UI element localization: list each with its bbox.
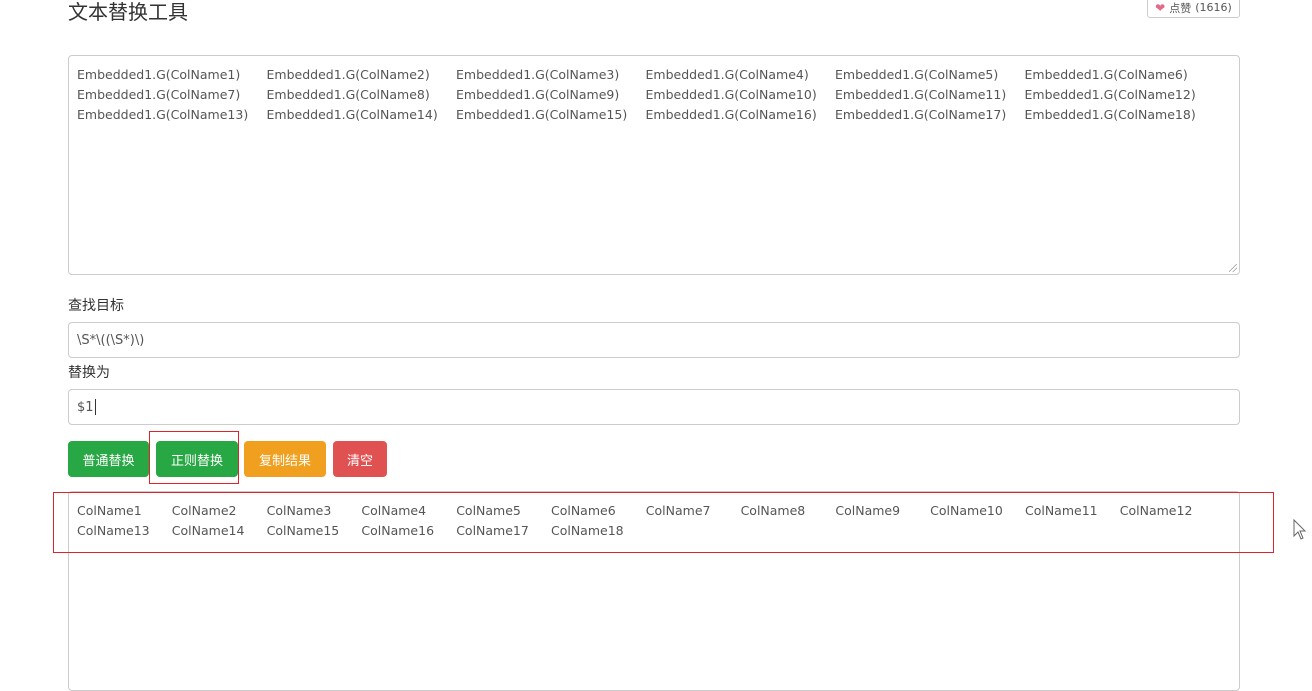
result-line-cell: ColName4 — [361, 502, 427, 518]
replace-label: 替换为 — [68, 365, 110, 381]
source-line-cell: Embedded1.G(ColName5) — [835, 66, 999, 82]
result-line-cell: ColName11 — [1024, 502, 1098, 518]
result-line-cell: ColName5 — [456, 502, 521, 518]
result-line-cell: ColName6 — [550, 502, 616, 518]
result-line: ColName13 ColName14 ColName15 ColName16 ColN… — [77, 520, 1239, 540]
regex-replace-button[interactable]: 正则替换 — [156, 441, 238, 477]
result-line-cell: ColName2 — [171, 502, 237, 518]
result-line-cell: ColName8 — [740, 502, 806, 518]
result-textarea[interactable]: ColName1 ColName2 ColName3 ColName4 ColName5… — [68, 491, 1240, 691]
result-line-cell: ColName15 — [266, 522, 340, 538]
source-line-cell: Embedded1.G(ColName8) — [266, 86, 430, 102]
result-line-cell: ColName10 — [930, 502, 1003, 518]
find-input[interactable]: \S*\((\S*)\) — [68, 322, 1240, 358]
source-textarea[interactable]: Embedded1.G(ColName1) Embedded1.G(ColName… — [68, 55, 1240, 275]
source-line-cell: Embedded1.G(ColName7) — [77, 86, 241, 102]
like-count: (1616) — [1195, 1, 1232, 14]
normal-replace-button[interactable]: 普通替换 — [68, 441, 149, 477]
source-line-cell: Embedded1.G(ColName15) — [456, 106, 628, 122]
source-line-cell: Embedded1.G(ColName16) — [645, 106, 817, 122]
result-line-cell: ColName1 — [77, 502, 142, 518]
source-line-cell: Embedded1.G(ColName1) — [77, 66, 241, 82]
source-line-cell: Embedded1.G(ColName2) — [266, 66, 430, 82]
result-line-cell: ColName7 — [645, 502, 711, 518]
copy-result-button[interactable]: 复制结果 — [244, 441, 326, 477]
heart-icon: ❤ — [1155, 0, 1166, 15]
result-line-cell: ColName3 — [266, 502, 332, 518]
result-line-cell: ColName16 — [361, 522, 435, 538]
result-line-cell: ColName17 — [456, 522, 529, 538]
page-title: 文本替换工具 — [68, 0, 188, 24]
source-line-cell: Embedded1.G(ColName4) — [645, 66, 809, 82]
result-line-cell: ColName12 — [1119, 502, 1193, 518]
source-line-cell: Embedded1.G(ColName13) — [77, 106, 249, 122]
source-line: Embedded1.G(ColName1) Embedded1.G(ColName… — [77, 64, 1239, 84]
source-line: Embedded1.G(ColName13) Embedded1.G(ColNam… — [77, 104, 1239, 124]
result-line-cell: ColName13 — [77, 522, 150, 538]
resize-grip-icon[interactable] — [1229, 264, 1237, 272]
result-line-cell: ColName9 — [835, 502, 901, 518]
replace-input[interactable]: $1 — [68, 389, 1240, 425]
text-caret — [94, 399, 96, 415]
find-label: 查找目标 — [68, 298, 124, 314]
source-line-cell: Embedded1.G(ColName14) — [266, 106, 438, 122]
source-line-cell: Embedded1.G(ColName9) — [456, 86, 620, 102]
find-input-value: \S*\((\S*)\) — [77, 332, 145, 348]
source-line-cell: Embedded1.G(ColName6) — [1024, 66, 1188, 82]
source-line-cell: Embedded1.G(ColName17) — [835, 106, 1007, 122]
source-line-cell: Embedded1.G(ColName18) — [1024, 106, 1196, 122]
replace-input-value: $1 — [77, 399, 94, 415]
clear-button[interactable]: 清空 — [333, 441, 387, 477]
mouse-cursor-icon — [1293, 519, 1307, 540]
source-line-cell: Embedded1.G(ColName10) — [645, 86, 817, 102]
source-line-cell: Embedded1.G(ColName11) — [835, 86, 1007, 102]
source-line: Embedded1.G(ColName7) Embedded1.G(ColName… — [77, 84, 1239, 104]
result-line-cell: ColName14 — [171, 522, 245, 538]
source-line-cell: Embedded1.G(ColName3) — [456, 66, 620, 82]
like-button[interactable]: ❤ 点赞 (1616) — [1147, 0, 1240, 18]
source-line-cell: Embedded1.G(ColName12) — [1024, 86, 1196, 102]
result-line-cell: ColName18 — [550, 522, 624, 538]
like-label: 点赞 — [1169, 1, 1192, 15]
result-line: ColName1 ColName2 ColName3 ColName4 ColName5… — [77, 500, 1239, 520]
